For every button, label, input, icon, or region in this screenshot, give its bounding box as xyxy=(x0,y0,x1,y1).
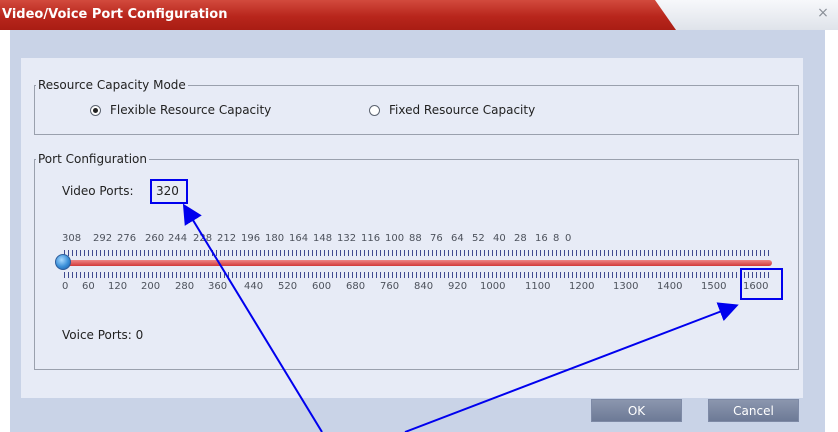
annotation-arrows xyxy=(182,203,739,432)
arrow-to-max-value xyxy=(404,302,739,432)
arrow-to-video-value xyxy=(182,203,323,432)
